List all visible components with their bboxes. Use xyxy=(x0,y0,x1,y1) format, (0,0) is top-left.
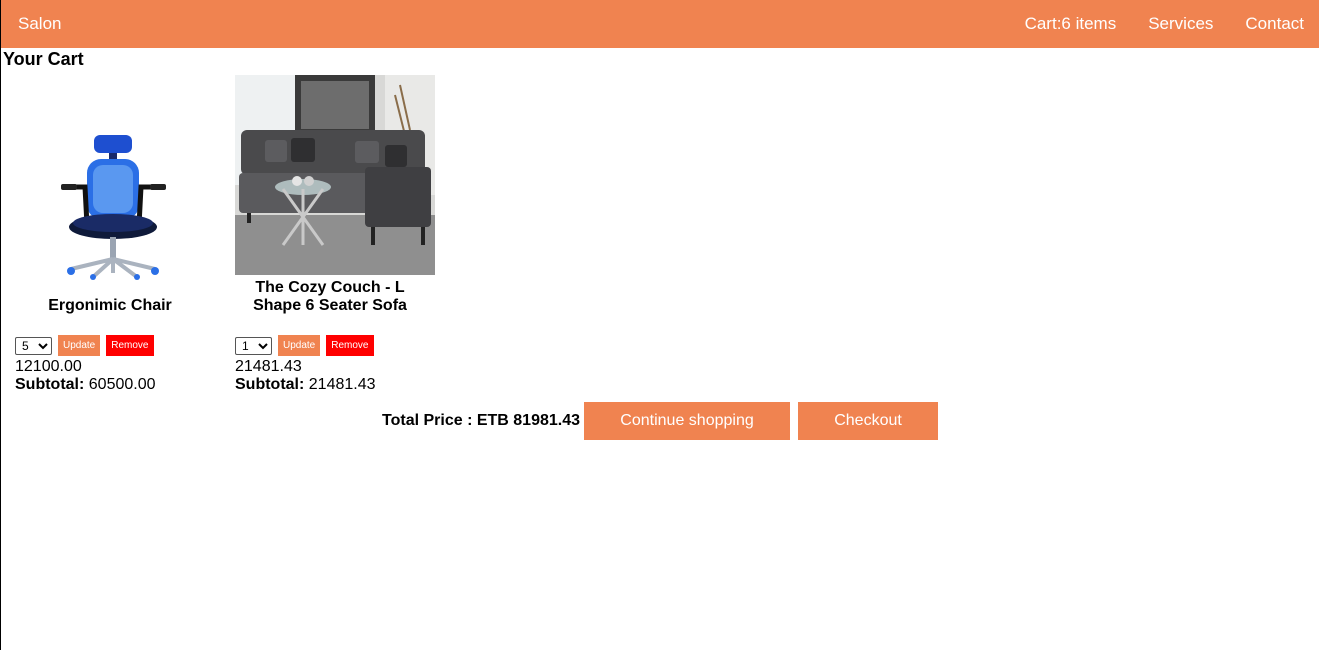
update-button[interactable]: Update xyxy=(278,335,321,356)
update-button[interactable]: Update xyxy=(58,335,101,356)
total-price: Total Price : ETB 81981.43 xyxy=(382,412,581,429)
cart-item: The Cozy Couch - L Shape 6 Seater Sofa 1… xyxy=(235,75,435,393)
product-image-chair xyxy=(39,75,189,280)
item-price: 21481.43 xyxy=(235,358,302,375)
subtotal-value: 21481.43 xyxy=(308,376,376,393)
top-navbar: Salon Cart:6 items Services Contact xyxy=(1,0,1319,48)
contact-link[interactable]: Contact xyxy=(1245,14,1304,34)
cart-item: Ergonimic Chair 5 Update Remove 12100.00… xyxy=(15,75,205,393)
subtotal-label: Subtotal: xyxy=(235,376,305,393)
nav-links: Cart:6 items Services Contact xyxy=(1025,14,1304,34)
remove-button[interactable]: Remove xyxy=(106,335,154,356)
item-subtotal: Subtotal: 21481.43 xyxy=(235,376,376,394)
item-controls: 5 Update Remove xyxy=(15,335,154,356)
product-name: Ergonimic Chair xyxy=(48,297,172,314)
subtotal-value: 60500.00 xyxy=(88,376,156,393)
page: Salon Cart:6 items Services Contact Your… xyxy=(0,0,1319,650)
services-link[interactable]: Services xyxy=(1148,14,1213,34)
quantity-select[interactable]: 1 xyxy=(235,336,272,355)
quantity-select[interactable]: 5 xyxy=(15,336,52,355)
continue-shopping-button[interactable]: Continue shopping xyxy=(584,402,791,440)
product-image-sofa xyxy=(235,75,435,275)
cart-total-row: Total Price : ETB 81981.43 Continue shop… xyxy=(382,402,939,440)
item-controls: 1 Update Remove xyxy=(235,335,374,356)
item-subtotal: Subtotal: 60500.00 xyxy=(15,376,156,394)
remove-button[interactable]: Remove xyxy=(326,335,374,356)
item-price: 12100.00 xyxy=(15,358,82,375)
checkout-button[interactable]: Checkout xyxy=(798,402,939,440)
brand-link[interactable]: Salon xyxy=(18,14,61,34)
cart-link[interactable]: Cart:6 items xyxy=(1025,14,1117,34)
page-title: Your Cart xyxy=(3,49,84,69)
product-name: The Cozy Couch - L Shape 6 Seater Sofa xyxy=(253,279,407,314)
subtotal-label: Subtotal: xyxy=(15,376,85,393)
